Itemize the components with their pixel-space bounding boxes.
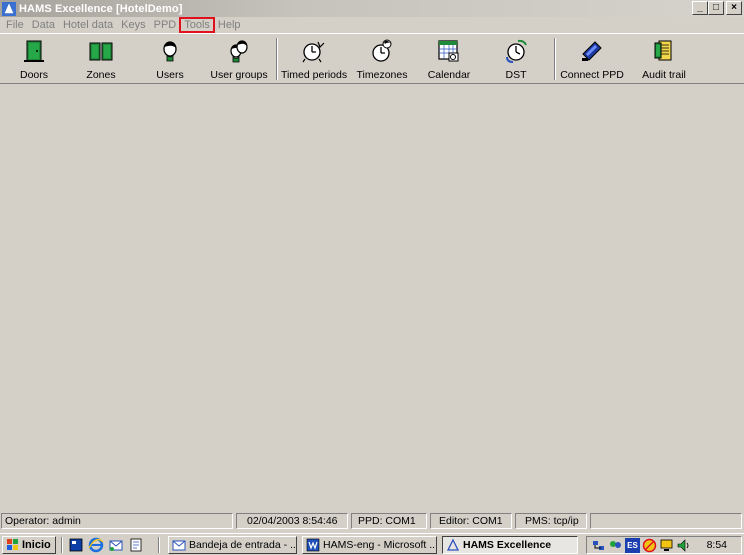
task-bandeja-entrada[interactable]: Bandeja de entrada - ...: [168, 536, 297, 554]
calendar-label: Calendar: [427, 69, 471, 81]
hams-app-icon: [446, 538, 460, 551]
messenger-icon[interactable]: [608, 538, 623, 553]
ppd-device-icon: [582, 41, 602, 61]
toolbar-separator: [276, 38, 278, 80]
users-button[interactable]: Users: [146, 37, 194, 83]
timezones-button[interactable]: Timezones: [353, 37, 411, 83]
status-pms: PMS: tcp/ip: [515, 513, 587, 529]
internet-explorer-icon[interactable]: [88, 537, 104, 553]
timed-periods-label: Timed periods: [280, 69, 348, 81]
display-settings-icon[interactable]: [659, 538, 674, 553]
timed-periods-icon: [302, 41, 325, 63]
maximize-button[interactable]: □: [708, 1, 724, 15]
user-groups-label: User groups: [210, 69, 268, 81]
task-label: HAMS Excellence: [463, 539, 552, 551]
calendar-button[interactable]: Calendar: [425, 37, 473, 83]
menu-keys[interactable]: Keys: [117, 18, 149, 32]
users-label: Users: [156, 69, 184, 81]
close-icon: ×: [731, 2, 737, 13]
taskbar-separator: [61, 537, 63, 553]
status-editor: Editor: COM1: [430, 513, 512, 529]
calendar-icon: [438, 40, 459, 62]
zones-label: Zones: [86, 69, 116, 81]
main-workspace: [0, 85, 744, 511]
menu-hotel-data[interactable]: Hotel data: [59, 18, 117, 32]
inbox-icon: [172, 540, 186, 551]
taskbar-separator: [158, 537, 160, 553]
windows-logo-icon: [7, 539, 18, 550]
audit-trail-icon: [654, 40, 672, 61]
task-label: Bandeja de entrada - ...: [189, 539, 297, 551]
menu-bar: File Data Hotel data Keys PPD Tools Help: [0, 17, 744, 33]
show-desktop-icon[interactable]: [68, 537, 84, 553]
volume-icon[interactable]: [676, 538, 691, 553]
start-label: Inicio: [22, 539, 51, 551]
language-indicator[interactable]: ES: [625, 538, 640, 553]
user-group-icon: [230, 40, 248, 63]
zones-button[interactable]: Zones: [77, 37, 125, 83]
hams-app-icon: [2, 1, 16, 16]
toolbar-separator: [554, 38, 556, 80]
minimize-button[interactable]: _: [692, 1, 708, 15]
status-operator: Operator: admin: [1, 513, 233, 529]
word-document-icon: [306, 538, 320, 552]
outlook-express-icon[interactable]: [108, 537, 124, 553]
connect-ppd-button[interactable]: Connect PPD: [560, 37, 624, 83]
doors-button[interactable]: Doors: [10, 37, 58, 83]
title-bar[interactable]: HAMS Excellence [HotelDemo] _ □ ×: [0, 0, 744, 17]
antivirus-icon[interactable]: [642, 538, 657, 553]
menu-tools[interactable]: Tools: [179, 17, 215, 33]
task-hams-excellence[interactable]: HAMS Excellence: [442, 536, 578, 554]
audit-trail-button[interactable]: Audit trail: [636, 37, 692, 83]
audit-trail-label: Audit trail: [642, 69, 686, 81]
status-ppd: PPD: COM1: [351, 513, 427, 529]
status-extra: [590, 513, 742, 529]
user-groups-button[interactable]: User groups: [208, 37, 270, 83]
window-title: HAMS Excellence [HotelDemo]: [19, 2, 183, 15]
start-button[interactable]: Inicio: [2, 536, 56, 554]
taskbar: Inicio Bandeja de entrada - ... HAMS-eng…: [0, 533, 744, 555]
close-button[interactable]: ×: [726, 1, 742, 15]
dst-clock-icon: [506, 39, 527, 63]
status-datetime: 02/04/2003 8:54:46: [236, 513, 348, 529]
network-icon[interactable]: [591, 538, 606, 553]
zones-icon: [89, 42, 113, 61]
task-label: HAMS-eng - Microsoft ...: [323, 539, 437, 551]
restore-icon: □: [712, 2, 720, 13]
dst-button[interactable]: DST: [492, 37, 540, 83]
menu-ppd[interactable]: PPD: [150, 18, 181, 32]
connect-ppd-label: Connect PPD: [560, 69, 624, 81]
user-icon: [163, 41, 177, 62]
doors-label: Doors: [19, 69, 48, 81]
dst-label: DST: [505, 69, 527, 81]
minimize-icon: _: [697, 2, 703, 13]
system-tray: ES 8:54: [586, 536, 742, 554]
notepad-icon[interactable]: [128, 537, 144, 553]
toolbar: Doors Zones Users User groups Timed peri…: [0, 33, 744, 84]
menu-data[interactable]: Data: [28, 18, 59, 32]
timezones-icon: [372, 39, 392, 62]
menu-file[interactable]: File: [2, 18, 28, 32]
taskbar-clock[interactable]: 8:54: [707, 539, 727, 551]
menu-help[interactable]: Help: [214, 18, 245, 32]
door-icon: [24, 40, 44, 62]
timed-periods-button[interactable]: Timed periods: [281, 37, 347, 83]
task-hams-eng-word[interactable]: HAMS-eng - Microsoft ...: [302, 536, 437, 554]
timezones-label: Timezones: [356, 69, 408, 81]
status-bar: Operator: admin 02/04/2003 8:54:46 PPD: …: [0, 512, 744, 530]
